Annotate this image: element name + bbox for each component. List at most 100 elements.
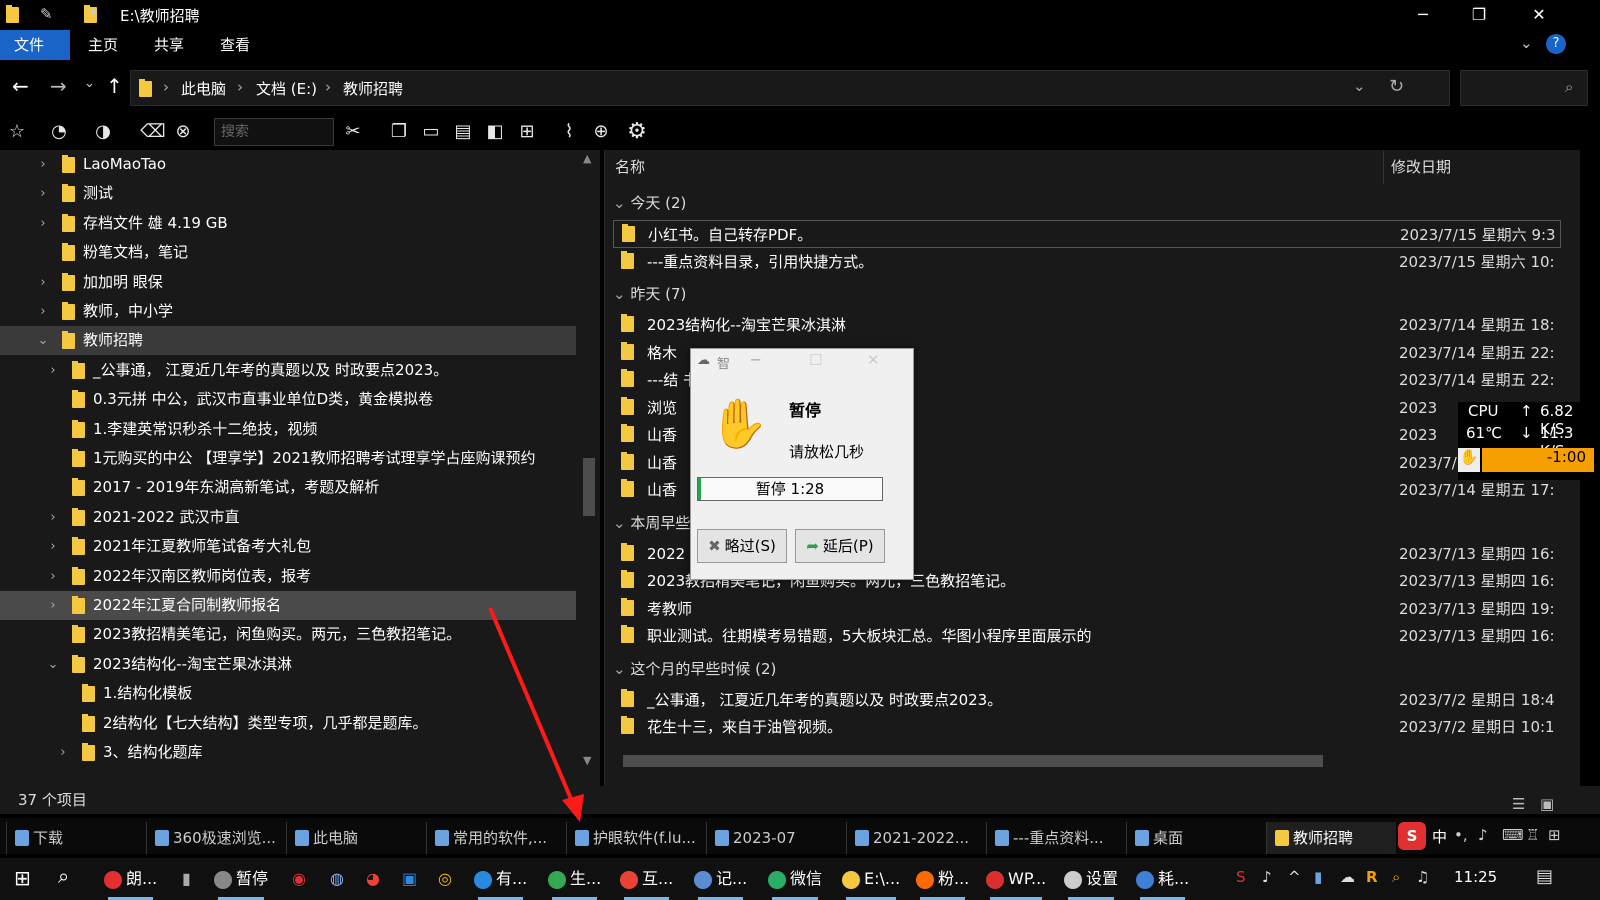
dialog-maximize-button[interactable]: ☐ (809, 351, 822, 369)
explorer-tab[interactable]: 桌面 (1126, 822, 1262, 854)
nav-tree-item[interactable]: 2017 - 2019年东湖高新笔试，考题及解析 (0, 473, 576, 502)
explorer-tab[interactable]: 护眼软件(f.lu... (566, 822, 702, 854)
tab-file[interactable]: 文件 (0, 30, 70, 60)
taskbar-app[interactable]: 记... (694, 864, 747, 900)
explorer-tab[interactable]: 下载 (6, 822, 142, 854)
explorer-tab[interactable]: 此电脑 (286, 822, 422, 854)
breadcrumb-drive-e[interactable]: 文档 (E:) (256, 78, 317, 99)
app-icon[interactable]: ◍ (330, 864, 344, 894)
skip-button[interactable]: ✖ 略过(S) (697, 529, 787, 563)
tab-home[interactable]: 主页 (74, 30, 132, 60)
file-row[interactable]: ---重点资料目录，引用快捷方式。 2023/7/15 星期六 10: (613, 248, 1561, 276)
group-header[interactable]: ⌄ 这个月的早些时候 (2) (613, 656, 776, 682)
volume-icon[interactable]: ♫ (1416, 868, 1429, 886)
nav-tree-item[interactable]: › 3、结构化题库 (0, 738, 576, 767)
expand-chevron-icon[interactable]: › (36, 150, 50, 179)
group-header[interactable]: ⌄ 昨天 (7) (613, 281, 686, 307)
nav-tree-item[interactable]: 0.3元拼 中公，武汉市直事业单位D类，黄金模拟卷 (0, 385, 576, 414)
nav-tree-item[interactable]: 2结构化【七大结构】类型专项，几乎都是题库。 (0, 709, 576, 738)
tray-app-icon[interactable]: ▮ (1314, 868, 1322, 886)
file-row[interactable]: _公事通， 江夏近几年考的真题以及 时政要点2023。 2023/7/2 星期日 … (613, 686, 1561, 714)
skin-icon[interactable]: ♖ (1526, 826, 1539, 844)
file-row[interactable]: 花生十三，来自于油管视频。 2023/7/2 星期日 10:1 (613, 713, 1561, 741)
explorer-tab[interactable]: 教师招聘 (1266, 822, 1402, 854)
help-icon[interactable]: ? (1546, 34, 1566, 54)
address-bar[interactable]: › 此电脑 › 文档 (E:) › 教师招聘 ⌄ ↻ (130, 70, 1450, 106)
taskbar-app[interactable]: 互... (620, 864, 673, 900)
taskbar-app[interactable]: 微信 (768, 864, 822, 900)
back-icon[interactable]: ← (12, 74, 29, 98)
file-row[interactable]: 职业测试。往期模考易错题，5大板块汇总。华图小程序里面展示的 2023/7/13 … (613, 622, 1561, 650)
expand-chevron-icon[interactable]: › (46, 532, 60, 561)
collapse-chevron-icon[interactable]: ⌄ (46, 650, 60, 679)
explorer-tab[interactable]: ---重点资料... (986, 822, 1122, 854)
nav-tree-item[interactable]: › 教师，中小学 (0, 297, 576, 326)
scissors-icon[interactable]: ✂ (340, 120, 366, 144)
nav-tree-item[interactable]: ⌄ 2023结构化--淘宝芒果冰淇淋 (0, 650, 576, 679)
favorites-icon[interactable]: ☆ (4, 120, 30, 144)
preview-pane-icon[interactable]: ▤ (450, 120, 476, 144)
expand-chevron-icon[interactable]: › (46, 562, 60, 591)
taskbar-app[interactable]: 生... (548, 864, 601, 900)
group-header[interactable]: ⌄ 今天 (2) (613, 190, 686, 216)
search-taskbar-icon[interactable]: ⌕ (58, 864, 69, 888)
nav-tree-item[interactable]: 1.结构化模板 (0, 679, 576, 708)
maximize-button[interactable]: ❐ (1456, 0, 1502, 30)
search-tool-icon[interactable]: ⌕ (1392, 868, 1400, 886)
address-dropdown-icon[interactable]: ⌄ (1353, 77, 1366, 95)
expand-chevron-icon[interactable]: › (46, 591, 60, 620)
refresh-icon[interactable]: ↻ (1389, 76, 1404, 97)
recycle-bin-icon[interactable]: ▮ (182, 864, 191, 894)
ime-chinese-mode[interactable]: 中 (1432, 826, 1447, 847)
search-box[interactable]: ⌕ (1460, 70, 1588, 106)
details-pane-icon[interactable]: ◧ (482, 120, 508, 144)
nav-tree-item[interactable]: 粉笔文档，笔记 (0, 238, 576, 267)
group-collapse-icon[interactable]: ⌄ (613, 194, 630, 212)
column-name-header[interactable]: 名称 (615, 150, 645, 184)
nav-tree-item[interactable]: › 2022年江夏合同制教师报名 (0, 591, 576, 620)
nav-tree-item[interactable]: › 测试 (0, 179, 576, 208)
expand-ribbon-icon[interactable]: ⌄ (1520, 34, 1533, 52)
expand-chevron-icon[interactable]: › (36, 268, 50, 297)
group-collapse-icon[interactable]: ⌄ (613, 285, 630, 303)
file-row[interactable]: 2023结构化--淘宝芒果冰淇淋 2023/7/14 星期五 18: (613, 311, 1561, 339)
expand-chevron-icon[interactable]: › (56, 738, 70, 767)
sogou-ime-icon[interactable]: S (1398, 822, 1426, 850)
mic-tray-icon[interactable]: ♪ (1262, 868, 1272, 886)
explorer-tab[interactable]: 常用的软件,... (426, 822, 562, 854)
history-icon[interactable]: ◔ (46, 120, 72, 144)
nav-scrollbar[interactable]: ▲ ▼ (577, 150, 600, 786)
nav-tree-item[interactable]: ⌄ 教师招聘 (0, 326, 576, 356)
group-collapse-icon[interactable]: ⌄ (613, 514, 630, 532)
taskbar-app[interactable]: 朗... (104, 864, 157, 900)
details-view-icon[interactable]: ☰ (1512, 790, 1525, 818)
nav-tree-item[interactable]: › LaoMaoTao (0, 150, 576, 179)
nav-tree-item[interactable]: › 存档文件 雄 4.19 GB (0, 209, 576, 238)
nav-tree-item[interactable]: › 2022年汉南区教师岗位表，报考 (0, 562, 576, 591)
group-collapse-icon[interactable]: ⌄ (613, 660, 630, 678)
close-button[interactable]: ✕ (1516, 0, 1562, 30)
lock-icon[interactable]: ⊕ (588, 120, 614, 144)
file-row[interactable]: 小红书。自己转存PDF。 2023/7/15 星期六 9:3 (613, 220, 1561, 248)
minimize-button[interactable]: ─ (1400, 0, 1446, 30)
forward-icon[interactable]: → (50, 74, 67, 98)
chrome-icon[interactable]: ◎ (438, 864, 452, 894)
expand-chevron-icon[interactable]: › (36, 209, 50, 238)
taskbar-app[interactable]: 暂停 (214, 864, 268, 900)
network-drive-icon[interactable]: ☁ (1340, 868, 1355, 886)
layout-icon[interactable]: ▭ (418, 120, 444, 144)
up-icon[interactable]: ↑ (106, 74, 123, 98)
settings-gear-icon[interactable]: ⚙ (624, 120, 650, 144)
expand-chevron-icon[interactable]: › (36, 179, 50, 208)
nav-tree-item[interactable]: 2023教招精美笔记，闲鱼购买。两元，三色教招笔记。 (0, 620, 576, 649)
clear-icon[interactable]: ⊗ (170, 120, 196, 144)
expand-chevron-icon[interactable]: › (46, 356, 60, 385)
r-app-icon[interactable]: R (1366, 868, 1378, 886)
recent-locations-icon[interactable]: ⌄ (84, 76, 95, 91)
explorer-tab[interactable]: 2023-07 (706, 822, 842, 854)
taskbar-app[interactable]: 有... (474, 864, 527, 900)
notes-app-icon[interactable]: ▣ (402, 864, 417, 894)
sogou-tray-icon[interactable]: S (1236, 868, 1246, 886)
nav-tree-item[interactable]: › _公事通， 江夏近几年考的真题以及 时政要点2023。 (0, 356, 576, 385)
nav-tree-item[interactable]: › 2021-2022 武汉市直 (0, 503, 576, 532)
